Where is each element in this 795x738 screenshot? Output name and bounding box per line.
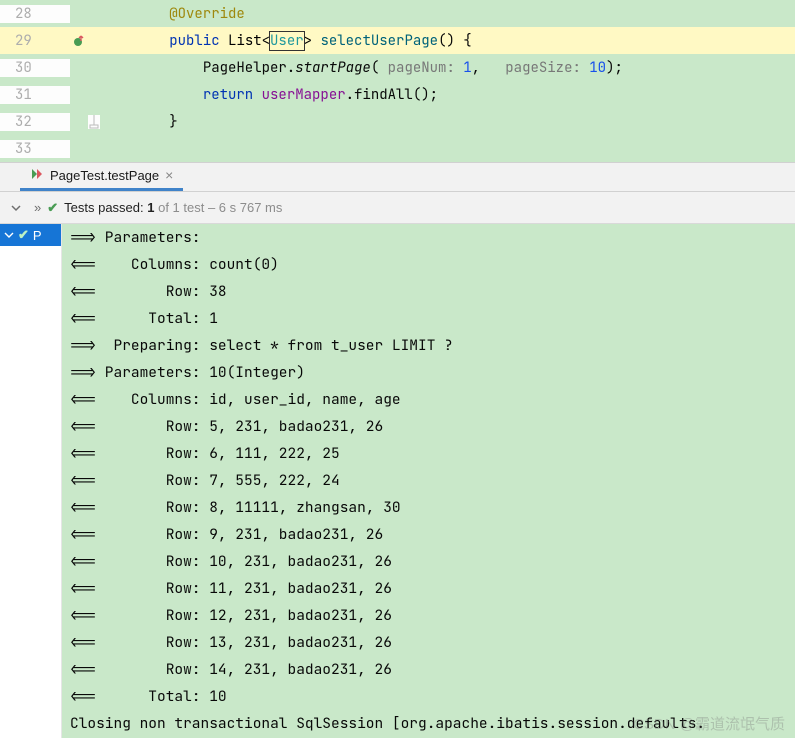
line-number[interactable]: 32 (0, 113, 70, 131)
console-output[interactable]: ==> Parameters: <== Columns: count(0) <=… (62, 224, 795, 738)
code-line[interactable]: 33 (0, 135, 795, 162)
gutter-icon[interactable] (70, 35, 88, 47)
test-results-panel: ✔ P ==> Parameters: <== Columns: count(0… (0, 224, 795, 738)
code-text[interactable]: public List<User> selectUserPage() { (100, 32, 795, 50)
test-tree[interactable]: ✔ P (0, 224, 62, 738)
code-line[interactable]: 30 PageHelper.startPage( pageNum: 1, pag… (0, 54, 795, 81)
check-icon: ✔ (18, 227, 29, 243)
line-number[interactable]: 33 (0, 140, 70, 158)
chevron-down-icon (4, 230, 14, 240)
code-text[interactable]: return userMapper.findAll(); (100, 86, 795, 104)
code-line[interactable]: 32 } (0, 108, 795, 135)
code-editor[interactable]: 28 @Override29 public List<User> selectU… (0, 0, 795, 162)
line-number[interactable]: 31 (0, 86, 70, 104)
fold-handle[interactable] (88, 115, 100, 129)
line-number[interactable]: 28 (0, 5, 70, 23)
code-text[interactable]: PageHelper.startPage( pageNum: 1, pageSi… (100, 59, 795, 77)
line-number[interactable]: 29 (0, 32, 70, 50)
code-text[interactable]: } (100, 113, 795, 131)
tab-run-config[interactable]: PageTest.testPage × (20, 162, 183, 191)
scroll-down-button[interactable] (4, 196, 28, 220)
code-line[interactable]: 31 return userMapper.findAll(); (0, 81, 795, 108)
code-line[interactable]: 28 @Override (0, 0, 795, 27)
tool-window-tabbar: PageTest.testPage × (0, 162, 795, 192)
test-summary: Tests passed: 1 of 1 test – 6 s 767 ms (64, 200, 282, 215)
expand-icon[interactable]: » (34, 200, 41, 215)
close-icon[interactable]: × (165, 167, 173, 183)
run-icon (30, 167, 44, 184)
code-line[interactable]: 29 public List<User> selectUserPage() { (0, 27, 795, 54)
tab-label: PageTest.testPage (50, 168, 159, 183)
test-status-bar: » ✔ Tests passed: 1 of 1 test – 6 s 767 … (0, 192, 795, 224)
code-text[interactable]: @Override (100, 5, 795, 23)
tree-label: P (33, 228, 42, 243)
check-icon: ✔ (47, 200, 58, 216)
tree-item-root[interactable]: ✔ P (0, 224, 61, 246)
line-number[interactable]: 30 (0, 59, 70, 77)
